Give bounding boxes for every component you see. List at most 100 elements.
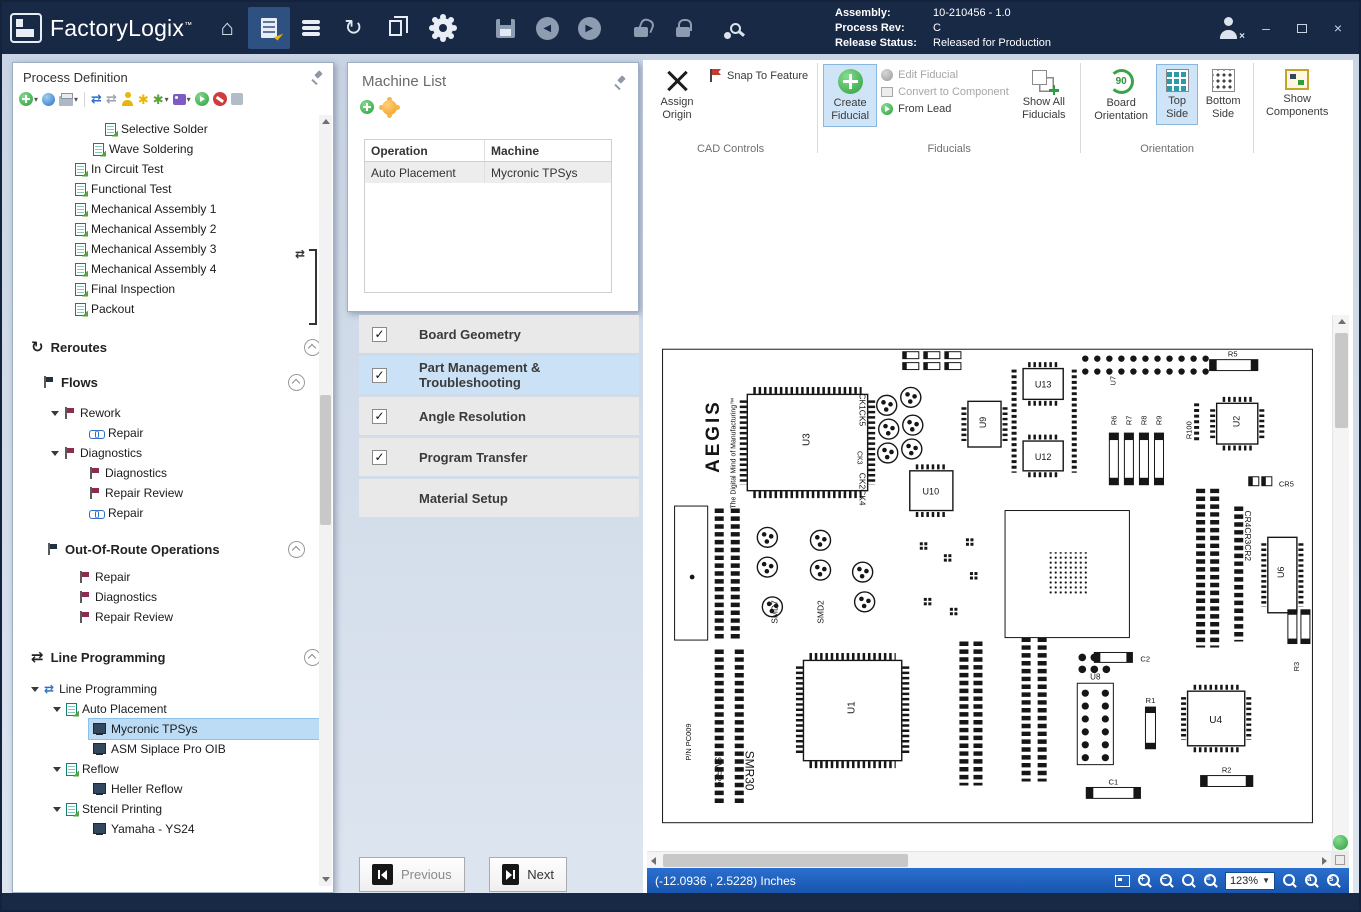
maximize-button[interactable]: [1291, 20, 1313, 36]
show-components-button[interactable]: Show Components: [1259, 64, 1335, 123]
step-board-geometry[interactable]: ✓Board Geometry: [359, 315, 639, 353]
tree-item-oor-diagnostics[interactable]: Diagnostics: [13, 587, 333, 607]
assign-origin-button[interactable]: Assign Origin: [649, 64, 705, 126]
user-logout-icon[interactable]: ×: [1217, 17, 1241, 39]
create-fiducial-button[interactable]: Create Fiducial: [823, 64, 877, 127]
highlight-green-button[interactable]: ✱▾: [153, 91, 169, 108]
collapse-flows-button[interactable]: [288, 374, 305, 391]
tree-item-oor-repair-review[interactable]: Repair Review: [13, 607, 333, 627]
checkbox-checked[interactable]: ✓: [372, 450, 387, 465]
palette-button[interactable]: ▾: [173, 91, 191, 108]
tree-item-functional-test[interactable]: Functional Test: [13, 179, 333, 199]
stop-button[interactable]: [213, 91, 227, 108]
zoom-out-icon[interactable]: −: [1159, 873, 1174, 888]
pin-icon[interactable]: [614, 76, 626, 88]
previous-button[interactable]: Previous: [359, 857, 465, 892]
back-button[interactable]: ◀: [526, 7, 568, 49]
operator-button[interactable]: [121, 91, 134, 108]
tree-item-oor-repair[interactable]: Repair: [13, 567, 333, 587]
expander-icon[interactable]: [31, 687, 39, 692]
show-all-fiducials-button[interactable]: Show All Fiducials: [1013, 64, 1075, 126]
forward-button[interactable]: ▶: [568, 7, 610, 49]
machine-table-row[interactable]: Auto Placement Mycronic TPSys: [365, 162, 611, 183]
step-angle-resolution[interactable]: ✓Angle Resolution: [359, 397, 639, 435]
tree-item-diagnostics[interactable]: Diagnostics: [13, 443, 333, 463]
tree-item-heller-reflow[interactable]: Heller Reflow: [89, 779, 333, 799]
zoom-in-icon[interactable]: +: [1137, 873, 1152, 888]
tree-item-packout[interactable]: Packout: [13, 299, 333, 319]
scrollbar-thumb[interactable]: [663, 854, 908, 867]
expander-icon[interactable]: [53, 707, 61, 712]
checkbox-checked[interactable]: ✓: [372, 327, 387, 342]
zoom-all-icon[interactable]: a: [1304, 873, 1319, 888]
route-swap-alt-button[interactable]: ⇄: [106, 91, 117, 108]
pin-icon[interactable]: [311, 71, 323, 83]
pcb-canvas[interactable]: .ol{fill:#fff;stroke:#161616;stroke-widt…: [647, 312, 1331, 851]
board-orientation-button[interactable]: 90 Board Orientation: [1086, 64, 1156, 127]
tree-item-mechanical-assembly-4[interactable]: Mechanical Assembly 4: [13, 259, 333, 279]
bottom-side-button[interactable]: Bottom Side: [1198, 64, 1248, 125]
checkbox-checked[interactable]: ✓: [372, 409, 387, 424]
data-stack-button[interactable]: [290, 7, 332, 49]
link-button[interactable]: [42, 91, 55, 108]
sync-button[interactable]: ↻: [332, 7, 374, 49]
tree-item-selective-solder[interactable]: Selective Solder: [13, 119, 333, 139]
scroll-left-button[interactable]: [647, 854, 660, 867]
scrollbar-thumb[interactable]: [320, 395, 331, 525]
more-button[interactable]: [231, 91, 243, 108]
tree-item-line-programming[interactable]: ⇄Line Programming: [13, 679, 333, 699]
board-view-icon[interactable]: [1115, 875, 1130, 887]
convert-to-component-button[interactable]: Convert to Component: [877, 85, 1013, 99]
tree-item-mycronic-tpsys[interactable]: Mycronic TPSys: [89, 719, 319, 739]
tree-item-mechanical-assembly-1[interactable]: Mechanical Assembly 1: [13, 199, 333, 219]
expander-icon[interactable]: [51, 451, 59, 456]
tree-item-stencil-printing[interactable]: Stencil Printing: [13, 799, 333, 819]
zoom-window-icon[interactable]: [1181, 873, 1196, 888]
scroll-right-button[interactable]: [1318, 854, 1331, 867]
vertical-scrollbar[interactable]: [1332, 315, 1349, 851]
scrollbar-thumb[interactable]: [1335, 333, 1348, 428]
tree-item-diag-repair[interactable]: Repair: [13, 503, 333, 523]
tree-item-rework[interactable]: Rework: [13, 403, 333, 423]
save-button[interactable]: [484, 7, 526, 49]
tree-item-wave-soldering[interactable]: Wave Soldering: [13, 139, 333, 159]
unlock-button[interactable]: [620, 7, 662, 49]
zoom-extents-button[interactable]: [1333, 835, 1348, 850]
tree-item-diag-diagnostics[interactable]: Diagnostics: [13, 463, 333, 483]
column-operation[interactable]: Operation: [365, 140, 485, 161]
machine-settings-button[interactable]: [382, 100, 397, 115]
print-button[interactable]: ▾: [59, 91, 78, 108]
tree-item-final-inspection[interactable]: Final Inspection: [13, 279, 333, 299]
search-settings-button[interactable]: [714, 7, 756, 49]
add-machine-button[interactable]: [360, 100, 374, 114]
edit-fiducial-button[interactable]: Edit Fiducial: [877, 68, 1013, 82]
start-button[interactable]: [195, 91, 209, 108]
next-button[interactable]: Next: [489, 857, 567, 892]
tree-item-mechanical-assembly-3[interactable]: Mechanical Assembly 3: [13, 239, 333, 259]
tree-item-rework-repair[interactable]: Repair: [13, 423, 333, 443]
close-button[interactable]: ×: [1327, 20, 1349, 36]
from-lead-button[interactable]: From Lead: [877, 102, 1013, 116]
add-operation-button[interactable]: ▾: [19, 91, 38, 108]
expander-icon[interactable]: [51, 411, 59, 416]
snap-to-feature-button[interactable]: Snap To Feature: [705, 68, 812, 83]
collapse-oor-button[interactable]: [288, 541, 305, 558]
lock-button[interactable]: [662, 7, 704, 49]
highlight-yellow-button[interactable]: ✱: [138, 91, 149, 108]
scroll-up-button[interactable]: [319, 115, 332, 128]
process-panel-scrollbar[interactable]: [319, 115, 332, 886]
horizontal-scrollbar[interactable]: [647, 851, 1331, 868]
tree-item-mechanical-assembly-2[interactable]: Mechanical Assembly 2: [13, 219, 333, 239]
step-program-transfer[interactable]: ✓Program Transfer: [359, 438, 639, 476]
reports-button[interactable]: [374, 7, 416, 49]
step-part-management[interactable]: ✓Part Management & Troubleshooting: [359, 356, 639, 394]
top-side-button[interactable]: Top Side: [1156, 64, 1198, 125]
process-editor-button[interactable]: [248, 7, 290, 49]
expander-icon[interactable]: [53, 767, 61, 772]
scroll-up-button[interactable]: [1335, 315, 1348, 328]
tree-item-auto-placement[interactable]: Auto Placement: [13, 699, 333, 719]
tree-item-reflow[interactable]: Reflow: [13, 759, 333, 779]
zoom-selection-icon[interactable]: s: [1326, 873, 1341, 888]
group-swap-icon[interactable]: ⇄: [295, 247, 305, 261]
tree-item-diag-repair-review[interactable]: Repair Review: [13, 483, 333, 503]
